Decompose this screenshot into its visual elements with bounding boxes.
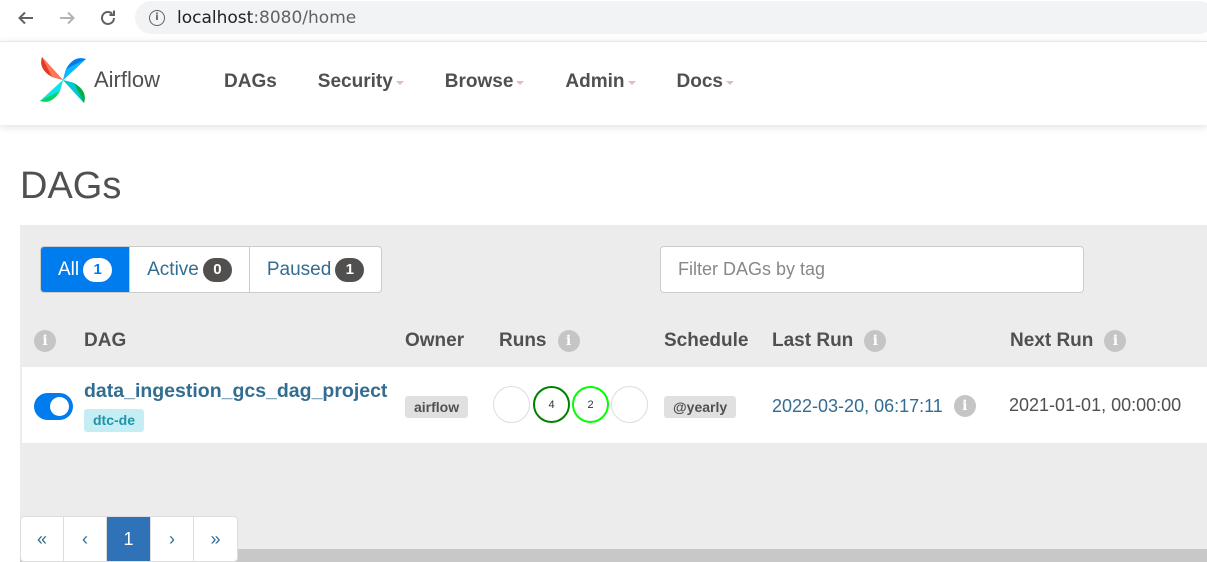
run-state-circle[interactable] bbox=[493, 386, 530, 423]
filter-active-label: Active bbox=[147, 258, 199, 280]
pagination: « ‹ 1 › » bbox=[20, 516, 238, 562]
header-last-run: Last Run i bbox=[772, 330, 887, 352]
header-schedule-label: Schedule bbox=[664, 330, 749, 351]
filter-paused-label: Paused bbox=[266, 258, 332, 280]
table-header: i DAG Owner Runs i Schedule Last Run i N… bbox=[20, 318, 1207, 364]
header-next-run-label: Next Run bbox=[1010, 330, 1094, 351]
filter-all-count: 1 bbox=[83, 257, 113, 282]
address-bar[interactable]: i localhost:8080/home bbox=[135, 1, 1207, 34]
reload-icon[interactable] bbox=[96, 6, 120, 30]
header-runs-label: Runs bbox=[499, 330, 547, 351]
page-last-button[interactable]: » bbox=[194, 517, 237, 561]
page-title: DAGs bbox=[20, 165, 122, 207]
menu-admin[interactable]: Admin bbox=[565, 71, 636, 93]
last-run-link[interactable]: 2022-03-20, 06:17:11 bbox=[772, 396, 943, 417]
caret-down-icon bbox=[516, 81, 525, 85]
airflow-navbar: Airflow DAGs Security Browse Admin Docs bbox=[0, 41, 1207, 125]
back-arrow-icon[interactable] bbox=[14, 6, 38, 30]
page-next-button[interactable]: › bbox=[151, 517, 194, 561]
site-info-icon[interactable]: i bbox=[149, 9, 165, 26]
menu-browse[interactable]: Browse bbox=[445, 71, 525, 93]
filter-all-button[interactable]: All 1 bbox=[41, 247, 131, 292]
info-icon[interactable]: i bbox=[557, 330, 580, 352]
caret-down-icon bbox=[726, 81, 734, 85]
owner-badge[interactable]: airflow bbox=[405, 396, 469, 418]
table-row: data_ingestion_gcs_dag_project dtc-de ai… bbox=[22, 367, 1207, 443]
caret-down-icon bbox=[395, 81, 404, 85]
menu-security[interactable]: Security bbox=[318, 71, 404, 93]
brand-name: Airflow bbox=[94, 67, 161, 92]
menu-docs-label: Docs bbox=[676, 71, 723, 92]
page-prev-button[interactable]: ‹ bbox=[64, 517, 107, 561]
browser-toolbar: i localhost:8080/home bbox=[0, 0, 1207, 36]
header-runs: Runs i bbox=[499, 330, 580, 352]
page-current-button[interactable]: 1 bbox=[107, 517, 151, 561]
header-last-run-label: Last Run bbox=[772, 330, 854, 351]
run-count: 4 bbox=[548, 398, 555, 411]
info-icon[interactable]: i bbox=[1104, 330, 1127, 352]
menu-security-label: Security bbox=[317, 71, 393, 92]
brand-link[interactable]: Airflow bbox=[38, 55, 160, 105]
airflow-pinwheel-icon bbox=[40, 57, 86, 103]
schedule-badge[interactable]: @yearly bbox=[664, 396, 737, 418]
info-icon[interactable]: i bbox=[34, 330, 56, 352]
menu-admin-label: Admin bbox=[565, 71, 625, 92]
next-run-value: 2021-01-01, 00:00:00 bbox=[1009, 395, 1182, 415]
menu-docs[interactable]: Docs bbox=[677, 71, 734, 93]
dag-id-link[interactable]: data_ingestion_gcs_dag_project bbox=[84, 380, 387, 403]
header-owner[interactable]: Owner bbox=[405, 330, 464, 352]
header-schedule[interactable]: Schedule bbox=[664, 330, 748, 352]
menu-dags-label: DAGs bbox=[224, 71, 277, 92]
run-count: 2 bbox=[587, 398, 594, 411]
url-path: :8080/home bbox=[253, 7, 357, 28]
filter-paused-button[interactable]: Paused 1 bbox=[250, 247, 381, 292]
toggle-knob bbox=[50, 397, 69, 416]
page-first-button[interactable]: « bbox=[21, 517, 64, 561]
filter-all-label: All bbox=[58, 258, 80, 280]
info-icon[interactable]: i bbox=[953, 395, 976, 417]
filter-active-button[interactable]: Active 0 bbox=[130, 247, 250, 292]
run-state-circle[interactable]: 2 bbox=[572, 386, 609, 423]
caret-down-icon bbox=[627, 81, 636, 85]
dag-pause-toggle[interactable] bbox=[34, 393, 73, 420]
run-state-circle[interactable]: 4 bbox=[533, 386, 570, 423]
dag-tag[interactable]: dtc-de bbox=[84, 409, 144, 432]
main-menu: DAGs Security Browse Admin Docs bbox=[224, 71, 734, 93]
tag-filter-input[interactable] bbox=[660, 246, 1084, 293]
info-icon[interactable]: i bbox=[864, 330, 887, 352]
menu-dags[interactable]: DAGs bbox=[224, 71, 277, 93]
url-host: localhost bbox=[177, 7, 254, 28]
header-owner-label: Owner bbox=[405, 330, 465, 351]
forward-arrow-icon[interactable] bbox=[55, 6, 79, 30]
header-dag[interactable]: DAG bbox=[84, 330, 126, 352]
filter-active-count: 0 bbox=[202, 257, 232, 282]
header-next-run: Next Run i bbox=[1010, 330, 1127, 352]
status-filter-group: All 1 Active 0 Paused 1 bbox=[40, 246, 383, 293]
run-state-circle[interactable] bbox=[611, 386, 648, 423]
last-run-cell: 2022-03-20, 06:17:11 i bbox=[772, 395, 976, 417]
menu-browse-label: Browse bbox=[444, 71, 514, 92]
header-info: i bbox=[34, 330, 56, 352]
filter-paused-count: 1 bbox=[335, 257, 365, 282]
